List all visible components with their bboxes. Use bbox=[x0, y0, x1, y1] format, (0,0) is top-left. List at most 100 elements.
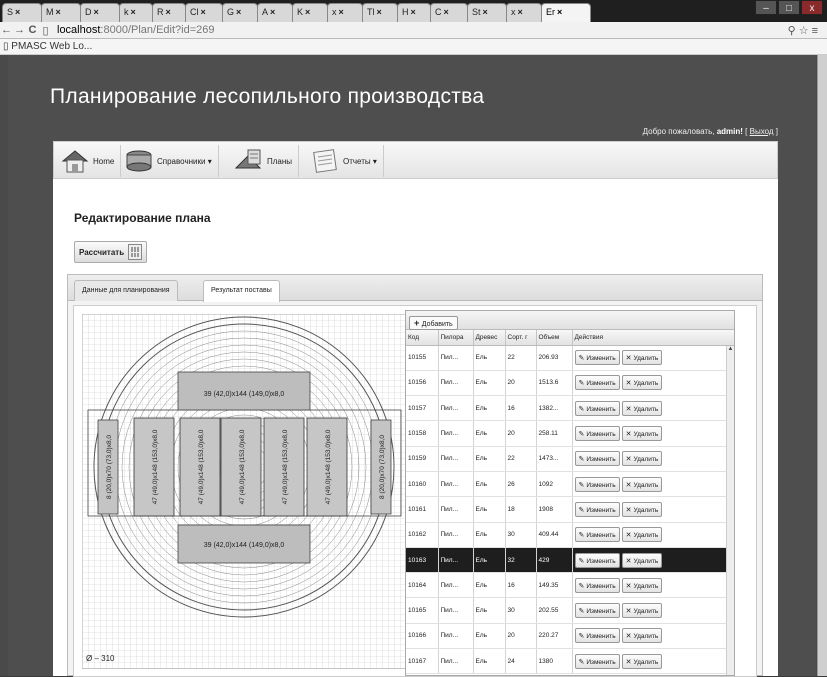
browser-tab[interactable]: C × bbox=[430, 3, 468, 22]
close-tab-icon[interactable]: × bbox=[94, 7, 99, 17]
minimize-button[interactable]: – bbox=[755, 0, 777, 15]
col-header-saw[interactable]: Пилора bbox=[438, 330, 474, 346]
delete-button[interactable]: ✕ Удалить bbox=[621, 426, 663, 442]
back-icon[interactable]: ← bbox=[0, 24, 13, 36]
table-row[interactable]: 10159 Пил... Ель 22 1473... ✎ Изменить ✕ Удали… bbox=[406, 446, 734, 472]
menu-reports[interactable]: Отчеты ▾ bbox=[310, 145, 384, 177]
menu-references[interactable]: Справочники ▾ bbox=[124, 145, 219, 177]
delete-button[interactable]: ✕ Удалить bbox=[621, 577, 663, 593]
table-row[interactable]: 10166 Пил... Ель 20 220.27 ✎ Изменить ✕ Удалит… bbox=[406, 623, 734, 650]
star-icon[interactable]: ☆ bbox=[799, 25, 812, 37]
forward-icon[interactable]: → bbox=[13, 24, 26, 36]
table-row[interactable]: 10157 Пил... Ель 16 1382... ✎ Изменить ✕ Удали… bbox=[406, 395, 734, 422]
edit-button[interactable]: ✎ Изменить bbox=[574, 375, 620, 391]
edit-button[interactable]: ✎ Изменить bbox=[574, 426, 620, 442]
browser-tab[interactable]: G × bbox=[222, 3, 258, 22]
url-input[interactable]: localhost:8000/Plan/Edit?id=269 bbox=[57, 24, 215, 36]
grid-scrollbar[interactable]: ▲ bbox=[726, 346, 734, 675]
browser-tab[interactable]: K × bbox=[292, 3, 328, 22]
table-row[interactable]: 10156 Пил... Ель 20 1513.6 ✎ Изменить ✕ Удалит… bbox=[406, 370, 734, 397]
edit-button[interactable]: ✎ Изменить bbox=[574, 400, 620, 416]
scroll-up-icon[interactable]: ▲ bbox=[727, 346, 734, 352]
delete-button[interactable]: ✕ Удалить bbox=[621, 628, 663, 644]
menu-icon[interactable]: ≡ bbox=[812, 25, 821, 37]
close-tab-icon[interactable]: × bbox=[557, 7, 562, 17]
delete-button[interactable]: ✕ Удалить bbox=[621, 451, 663, 467]
edit-button[interactable]: ✎ Изменить bbox=[574, 628, 620, 644]
close-tab-icon[interactable]: × bbox=[131, 7, 136, 17]
edit-button[interactable]: ✎ Изменить bbox=[574, 653, 620, 669]
table-row[interactable]: 10158 Пил... Ель 20 258.11 ✎ Изменить ✕ Удалит… bbox=[406, 420, 734, 447]
edit-button[interactable]: ✎ Изменить bbox=[574, 527, 620, 543]
delete-button[interactable]: ✕ Удалить bbox=[621, 527, 663, 543]
bookmark-item[interactable]: PMASC Web Lo... bbox=[11, 41, 92, 52]
delete-button[interactable]: ✕ Удалить bbox=[621, 350, 663, 366]
edit-button[interactable]: ✎ Изменить bbox=[574, 577, 620, 593]
tab-cutting-result[interactable]: Результат поставы bbox=[203, 280, 280, 302]
browser-tab[interactable]: Tl × bbox=[362, 3, 398, 22]
close-tab-icon[interactable]: × bbox=[377, 7, 382, 17]
delete-button[interactable]: ✕ Удалить bbox=[621, 375, 663, 391]
table-row[interactable]: 10160 Пил... Ель 26 1092 ✎ Изменить ✕ Удалить bbox=[406, 471, 734, 498]
table-row[interactable]: 10163 Пил... Ель 32 429 ✎ Изменить ✕ Удалить bbox=[406, 547, 734, 574]
edit-button[interactable]: ✎ Изменить bbox=[574, 603, 620, 619]
close-tab-icon[interactable]: × bbox=[166, 7, 171, 17]
browser-tab[interactable]: A × bbox=[257, 3, 293, 22]
browser-tab[interactable]: k × bbox=[119, 3, 153, 22]
delete-button[interactable]: ✕ Удалить bbox=[621, 653, 663, 669]
close-tab-icon[interactable]: × bbox=[236, 7, 241, 17]
edit-button[interactable]: ✎ Изменить bbox=[574, 350, 620, 366]
col-header-sort[interactable]: Сорт. г bbox=[505, 330, 537, 346]
delete-button[interactable]: ✕ Удалить bbox=[621, 476, 663, 492]
add-button[interactable]: + Добавить bbox=[409, 316, 458, 330]
close-tab-icon[interactable]: × bbox=[518, 7, 523, 17]
col-header-volume[interactable]: Объем bbox=[536, 330, 573, 346]
delete-button[interactable]: ✕ Удалить bbox=[621, 603, 663, 619]
col-header-code[interactable]: Код bbox=[406, 330, 439, 346]
close-tab-icon[interactable]: × bbox=[201, 7, 206, 17]
browser-tab[interactable]: Er × bbox=[541, 3, 591, 22]
browser-tab[interactable]: x × bbox=[327, 3, 363, 22]
zoom-icon[interactable]: ⚲ bbox=[788, 25, 799, 37]
edit-button[interactable]: ✎ Изменить bbox=[574, 501, 620, 517]
menu-plans[interactable]: Планы bbox=[234, 145, 300, 177]
logout-link[interactable]: Выход bbox=[750, 127, 774, 136]
reload-icon[interactable]: C bbox=[26, 24, 39, 36]
delete-button[interactable]: ✕ Удалить bbox=[621, 552, 663, 568]
close-tab-icon[interactable]: × bbox=[305, 7, 310, 17]
close-tab-icon[interactable]: × bbox=[270, 7, 275, 17]
delete-button[interactable]: ✕ Удалить bbox=[621, 501, 663, 517]
delete-button[interactable]: ✕ Удалить bbox=[621, 400, 663, 416]
browser-tab[interactable]: Cl × bbox=[185, 3, 223, 22]
close-window-button[interactable]: x bbox=[801, 0, 823, 15]
col-header-wood[interactable]: Древес bbox=[473, 330, 506, 346]
browser-tab[interactable]: x × bbox=[506, 3, 542, 22]
close-tab-icon[interactable]: × bbox=[411, 7, 416, 17]
calculate-button[interactable]: Рассчитать bbox=[74, 241, 148, 263]
table-row[interactable]: 10161 Пил... Ель 18 1908 ✎ Изменить ✕ Удалить bbox=[406, 496, 734, 523]
browser-tab[interactable]: D × bbox=[80, 3, 120, 22]
edit-button[interactable]: ✎ Изменить bbox=[574, 552, 620, 568]
browser-tab[interactable]: M × bbox=[41, 3, 81, 22]
menu-home[interactable]: Home bbox=[60, 145, 122, 177]
close-tab-icon[interactable]: × bbox=[444, 7, 449, 17]
browser-tab[interactable]: St × bbox=[467, 3, 507, 22]
close-tab-icon[interactable]: × bbox=[56, 7, 61, 17]
address-actions: ⚲☆≡ bbox=[788, 24, 821, 37]
close-tab-icon[interactable]: × bbox=[339, 7, 344, 17]
table-row[interactable]: 10164 Пил... Ель 16 149.35 ✎ Изменить ✕ Удалит… bbox=[406, 572, 734, 599]
close-tab-icon[interactable]: × bbox=[15, 7, 20, 17]
close-tab-icon[interactable]: × bbox=[483, 7, 488, 17]
edit-button[interactable]: ✎ Изменить bbox=[574, 451, 620, 467]
browser-tab[interactable]: S × bbox=[2, 3, 42, 22]
browser-tab[interactable]: H × bbox=[397, 3, 431, 22]
table-row[interactable]: 10155 Пил... Ель 22 206.93 ✎ Изменить ✕ Удалит… bbox=[406, 345, 734, 371]
edit-button[interactable]: ✎ Изменить bbox=[574, 476, 620, 492]
table-row[interactable]: 10167 Пил... Ель 24 1380 ✎ Изменить ✕ Удалить bbox=[406, 648, 734, 675]
maximize-button[interactable]: □ bbox=[778, 0, 800, 15]
table-row[interactable]: 10165 Пил... Ель 30 202.55 ✎ Изменить ✕ Удалит… bbox=[406, 597, 734, 624]
browser-tab[interactable]: R × bbox=[152, 3, 186, 22]
table-row[interactable]: 10162 Пил... Ель 30 409.44 ✎ Изменить ✕ Удалит… bbox=[406, 522, 734, 548]
tab-planning-data[interactable]: Данные для планирования bbox=[74, 280, 178, 301]
page-scrollbar[interactable] bbox=[817, 55, 827, 676]
